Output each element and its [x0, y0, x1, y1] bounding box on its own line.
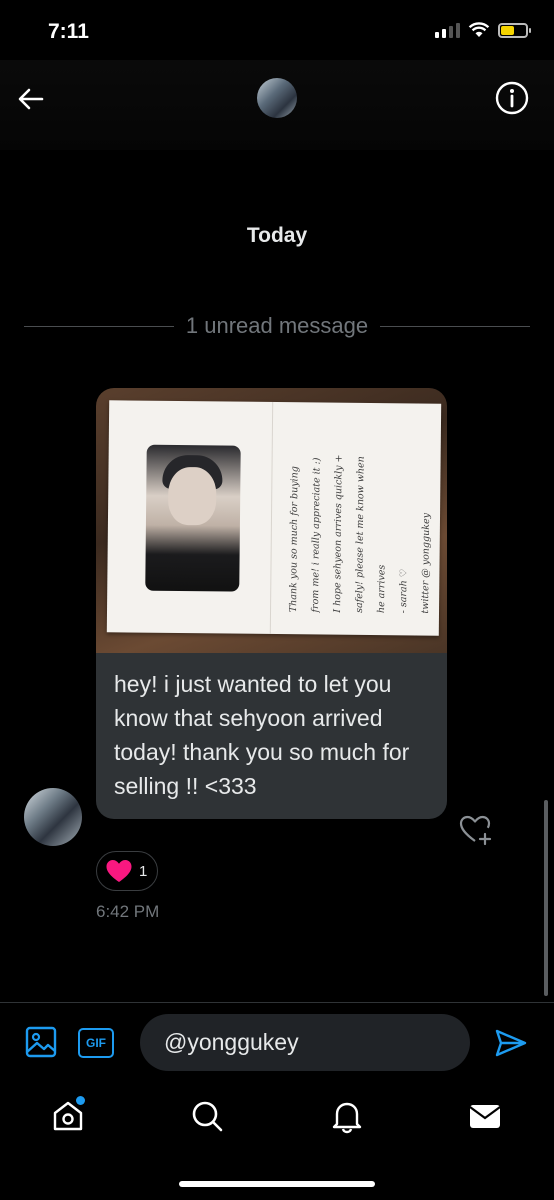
unread-divider: 1 unread message: [24, 308, 531, 344]
search-icon[interactable]: [189, 1098, 225, 1134]
note-line: safely! please let me know when: [354, 456, 367, 613]
status-bar: 7:11: [0, 0, 554, 60]
date-label: Today: [246, 224, 308, 247]
message-timestamp: 6:42 PM: [96, 902, 160, 921]
scrollbar[interactable]: [544, 800, 548, 996]
notification-dot: [76, 1096, 85, 1105]
reaction-count: 1: [139, 862, 148, 880]
message-photo[interactable]: Thank you so much for buying from me! i …: [96, 388, 447, 653]
thank-you-card: Thank you so much for buying from me! i …: [106, 400, 442, 636]
note-line: I hope sehyeon arrives quickly +: [332, 454, 345, 613]
send-button[interactable]: [494, 1026, 528, 1060]
status-time: 7:11: [48, 20, 89, 43]
photocard-face: [167, 466, 217, 526]
note-line: Thank you so much for buying: [288, 466, 301, 613]
add-reaction-button[interactable]: [458, 812, 494, 848]
notifications-icon[interactable]: [329, 1098, 365, 1134]
message-text[interactable]: hey! i just wanted to let you know that …: [96, 653, 447, 819]
conversation-avatar[interactable]: [257, 78, 297, 118]
image-icon[interactable]: [24, 1024, 58, 1060]
cellular-signal-icon: [435, 22, 460, 38]
messages-icon[interactable]: [467, 1098, 503, 1134]
reaction-pill[interactable]: 1: [96, 851, 158, 891]
info-button[interactable]: [494, 80, 530, 116]
gif-button[interactable]: GIF: [78, 1028, 114, 1058]
message[interactable]: Thank you so much for buying from me! i …: [96, 388, 447, 819]
message-input[interactable]: @yonggukey: [140, 1014, 470, 1071]
sender-avatar[interactable]: [24, 788, 82, 846]
conversation-header: [0, 60, 554, 150]
bottom-nav: [0, 1082, 554, 1160]
note-line: twitter @ yonggukey: [420, 512, 433, 614]
composer-divider: [0, 1002, 554, 1003]
back-button[interactable]: [14, 82, 48, 116]
home-indicator[interactable]: [179, 1181, 375, 1187]
battery-icon: [498, 22, 531, 38]
divider-line-right: [380, 325, 531, 327]
handwritten-note: Thank you so much for buying from me! i …: [283, 400, 435, 614]
heart-icon: [106, 860, 132, 882]
note-line: - sarah ♡: [398, 568, 410, 614]
note-line: he arrives: [376, 564, 388, 614]
unread-label: 1 unread message: [185, 313, 369, 338]
photocard: [145, 444, 241, 592]
status-icons: [435, 22, 531, 38]
note-line: from me! i really appreciate it :): [310, 457, 323, 613]
wifi-icon: [468, 22, 490, 37]
divider-line-left: [24, 325, 174, 327]
card-fold: [269, 401, 274, 634]
